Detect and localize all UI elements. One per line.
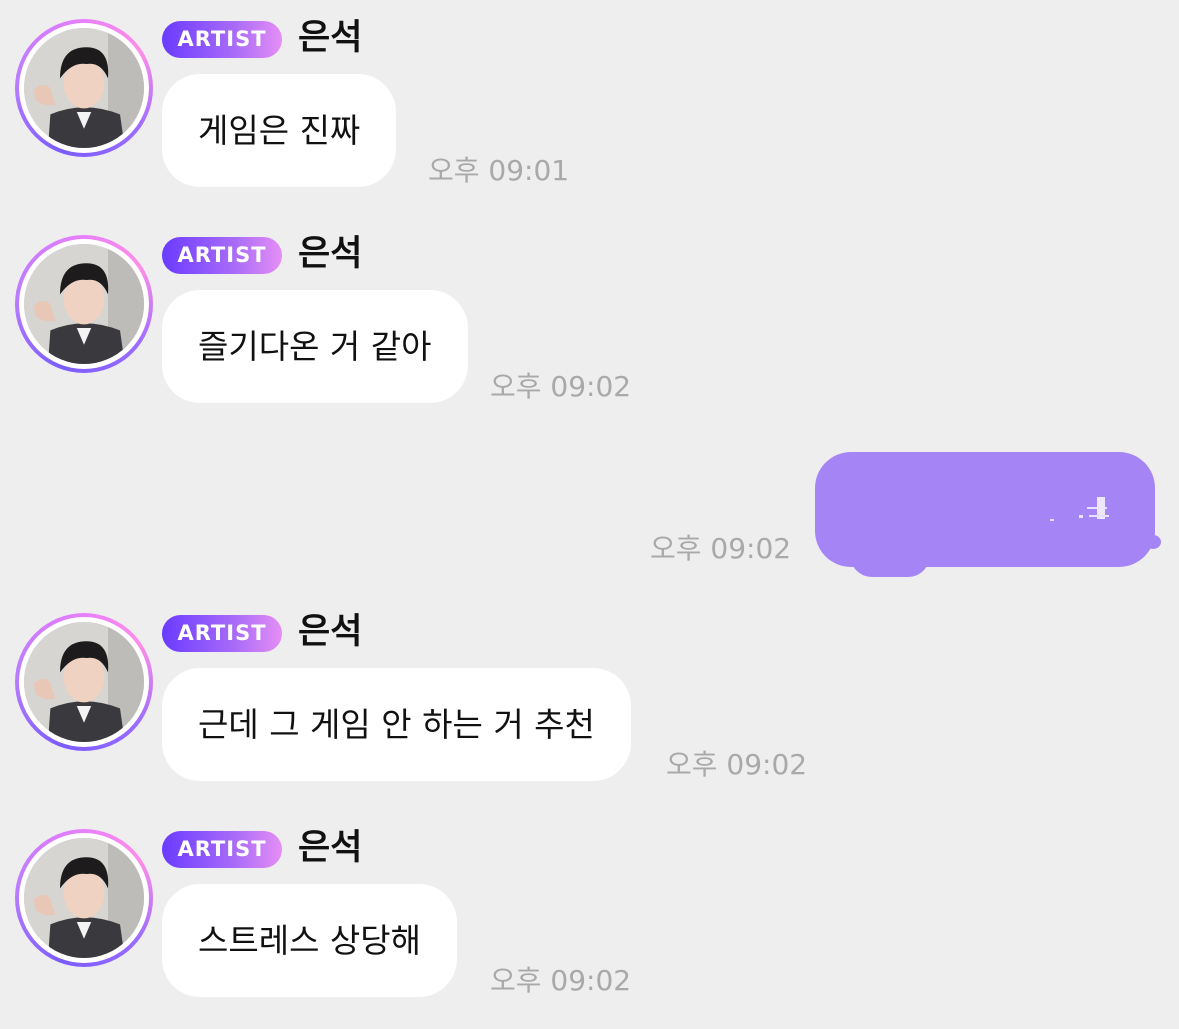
artist-avatar[interactable] — [15, 19, 153, 157]
message-bubble[interactable]: 스트레스 상당해 — [162, 884, 458, 997]
artist-avatar[interactable] — [15, 829, 153, 967]
sender-name: 은석 — [298, 18, 363, 58]
profile-photo — [24, 244, 144, 364]
message-bubble[interactable]: 즐기다온 거 같아 — [162, 290, 468, 403]
message-time: 오후 09:02 — [490, 964, 632, 997]
sender-name: 은석 — [298, 828, 363, 868]
profile-photo — [24, 622, 144, 742]
redacted-text-marks — [1050, 497, 1109, 521]
my-message-bubble-tail-dot — [1145, 535, 1161, 549]
message-time: 오후 09:02 — [666, 748, 808, 781]
my-message-time: 오후 09:02 — [650, 532, 792, 565]
message-bubble[interactable]: 근데 그 게임 안 하는 거 추천 — [162, 668, 631, 781]
artist-badge: ARTIST — [162, 237, 282, 274]
artist-badge: ARTIST — [162, 21, 282, 58]
message-time: 오후 09:02 — [490, 370, 632, 403]
artist-avatar[interactable] — [15, 235, 153, 373]
chat-message: ARTIST 은석 게임은 진짜 오후 09:01 — [0, 18, 1179, 219]
artist-badge: ARTIST — [162, 615, 282, 652]
profile-photo — [24, 838, 144, 958]
chat-message: ARTIST 은석 스트레스 상당해 오후 09:02 — [0, 828, 1179, 1029]
sender-name: 은석 — [298, 234, 363, 274]
chat-message: ARTIST 은석 근데 그 게임 안 하는 거 추천 오후 09:02 — [0, 612, 1179, 813]
artist-badge: ARTIST — [162, 831, 282, 868]
profile-photo — [24, 28, 144, 148]
message-bubble[interactable]: 게임은 진짜 — [162, 74, 397, 187]
chat-message: ARTIST 은석 즐기다온 거 같아 오후 09:02 — [0, 234, 1179, 435]
message-time: 오후 09:01 — [428, 154, 570, 187]
artist-avatar[interactable] — [15, 613, 153, 751]
sender-name: 은석 — [298, 612, 363, 652]
